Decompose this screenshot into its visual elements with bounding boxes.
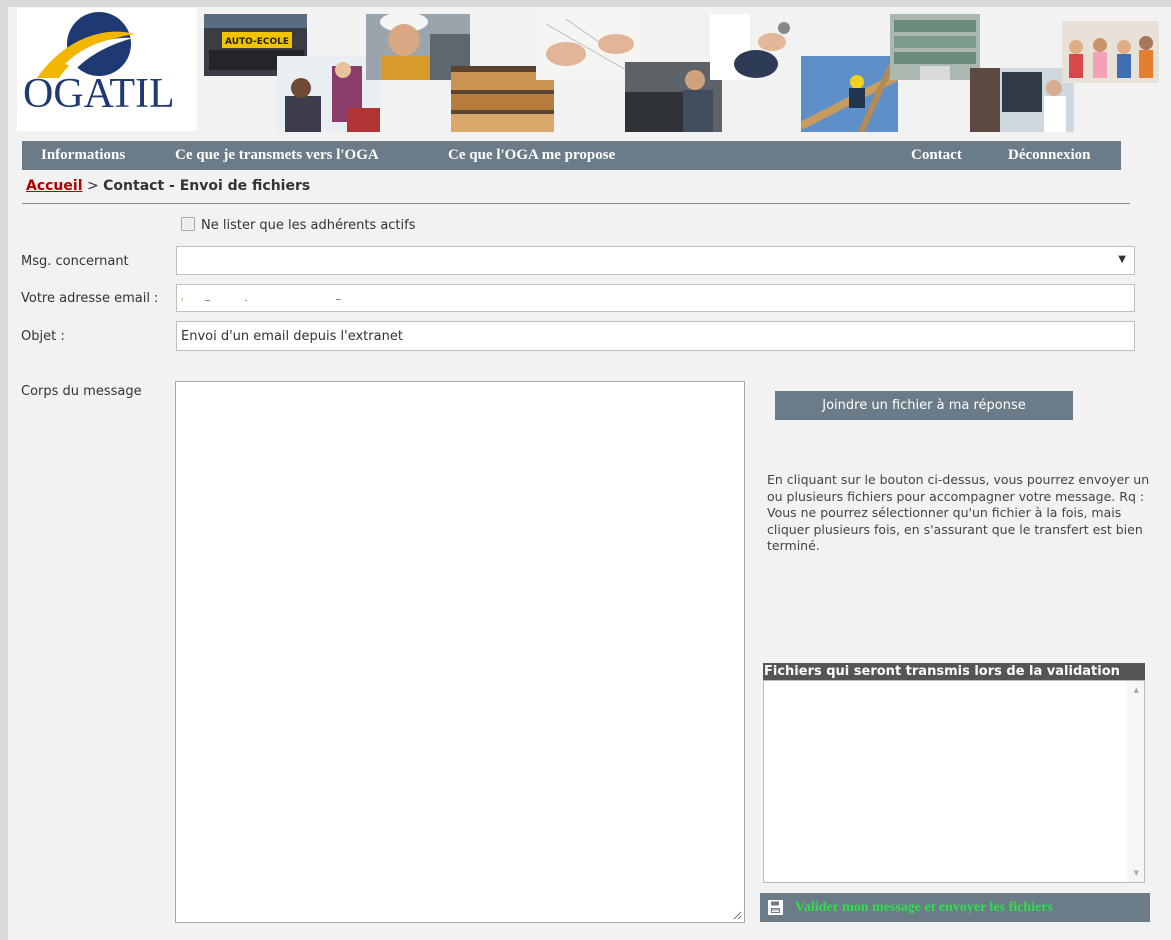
classroom-image (277, 56, 380, 132)
scroll-down-arrow-icon[interactable]: ▼ (1134, 869, 1139, 877)
construction-worker-image (801, 56, 898, 132)
logo-swoosh-icon (37, 12, 135, 78)
construction-worker-photo (801, 56, 898, 132)
mechanic-photo (625, 62, 722, 132)
resize-grip-icon[interactable] (732, 910, 742, 920)
nav-ce-que-l-oga-propose[interactable]: Ce que l'OGA me propose (448, 141, 615, 170)
email-field[interactable] (176, 284, 1135, 312)
subject-label: Objet : (21, 329, 65, 344)
mechanic-image (625, 62, 722, 132)
scroll-up-arrow-icon[interactable]: ▲ (1134, 686, 1139, 694)
message-body-textarea[interactable] (175, 381, 745, 923)
attach-file-button[interactable]: Joindre un fichier à ma réponse (775, 391, 1073, 420)
breadcrumb-separator: > (86, 178, 99, 194)
msg-concerning-label: Msg. concernant (21, 254, 129, 269)
logo-text: OGATIL (23, 71, 175, 117)
pharmacy-image (890, 14, 980, 80)
files-list[interactable]: ▲ ▼ (763, 680, 1145, 883)
active-only-checkbox[interactable] (181, 217, 195, 231)
nav-deconnexion[interactable]: Déconnexion (1008, 141, 1091, 170)
window-top-border (0, 0, 1171, 7)
driving-school-sign: AUTO-ECOLE (225, 37, 289, 47)
attach-help-text: En cliquant sur le bouton ci-dessus, vou… (767, 472, 1150, 553)
files-panel-header: Fichiers qui seront transmis lors de la … (763, 663, 1145, 680)
breadcrumb: Accueil > Contact - Envoi de fichiers (26, 178, 310, 194)
active-only-label: Ne lister que les adhérents actifs (201, 218, 416, 233)
dropdown-arrow-icon: ▼ (1118, 254, 1126, 265)
ogatil-logo[interactable]: OGATIL (17, 8, 197, 131)
breadcrumb-home-link[interactable]: Accueil (26, 178, 83, 194)
breadcrumb-current: Contact - Envoi de fichiers (103, 178, 311, 194)
active-only-row: Ne lister que les adhérents actifs (181, 217, 416, 233)
header-banner: OGATIL AUTO-ECOLE (17, 8, 1162, 135)
nav-informations[interactable]: Informations (41, 141, 125, 170)
children-photo (1062, 21, 1159, 83)
submit-button-label: Valider mon message et envoyer les fichi… (795, 900, 1053, 915)
radiology-image (970, 68, 1074, 132)
save-icon (768, 900, 783, 915)
window-left-border (0, 0, 8, 940)
classroom-photo (277, 56, 380, 132)
msg-concerning-select[interactable]: ▼ (176, 246, 1135, 275)
subject-field[interactable]: Envoi d'un email depuis l'extranet (176, 321, 1135, 351)
files-panel: Fichiers qui seront transmis lors de la … (763, 663, 1145, 883)
submit-message-button[interactable]: Valider mon message et envoyer les fichi… (760, 893, 1150, 922)
doctor-photo (710, 14, 813, 80)
nav-ce-que-je-transmets[interactable]: Ce que je transmets vers l'OGA (175, 141, 379, 170)
email-redacted-mark (181, 298, 341, 301)
body-label: Corps du message (21, 384, 142, 399)
files-list-scrollbar[interactable]: ▲ ▼ (1127, 681, 1144, 882)
pharmacy-photo (890, 14, 980, 80)
radiology-photo (970, 68, 1074, 132)
nav-contact[interactable]: Contact (911, 141, 962, 170)
doctor-image (710, 14, 813, 80)
email-label: Votre adresse email : (21, 291, 159, 306)
main-nav: Informations Ce que je transmets vers l'… (22, 141, 1121, 170)
children-image (1062, 21, 1159, 83)
breadcrumb-divider (22, 203, 1130, 204)
